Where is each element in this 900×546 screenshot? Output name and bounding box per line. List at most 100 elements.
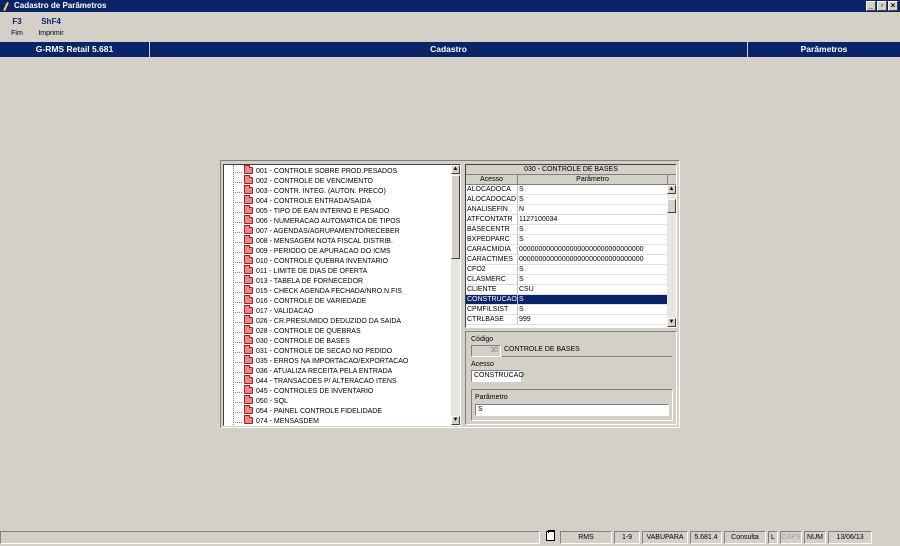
tree-item-label: 001 - CONTROLE SOBRE PROD.PESADOS <box>256 168 398 175</box>
window-title-bar[interactable]: Cadastro de Parâmetros _ ▫ × <box>0 0 900 12</box>
tree-item[interactable]: 030 - CONTROLE DE BASES <box>224 334 452 347</box>
tree-item[interactable]: 015 - CHECK AGENDA FECHADA/NRO.N.FIS <box>224 284 452 297</box>
cell-acesso: ANALISEFIN <box>466 205 518 214</box>
folder-icon <box>244 294 253 304</box>
cell-acesso: CLASMERC <box>466 275 518 284</box>
tree-item-label: 044 - TRANSACOES P/ ALTERACAO ITENS <box>256 378 397 385</box>
grid-rows: ALOCADOCA S ALOCADOCAD S ANALISEFIN N ATFCONTA… <box>466 185 676 325</box>
table-row[interactable]: CARACTIMES 000000000000000000000000000000… <box>466 255 676 265</box>
status-store: VABUPARA <box>642 531 688 544</box>
column-acesso[interactable]: Acesso <box>466 175 518 184</box>
tree-item[interactable]: 017 - VALIDACAO <box>224 304 452 317</box>
tree-item[interactable]: 074 - MENSASDEM <box>224 414 452 425</box>
tree-item[interactable]: 036 - ATUALIZA RECEITA PELA ENTRADA <box>224 364 452 377</box>
tree-item[interactable]: 028 - CONTROLE DE QUEBRAS <box>224 324 452 337</box>
tree-item-label: 028 - CONTROLE DE QUEBRAS <box>256 328 361 335</box>
table-row[interactable]: CPMFILSIST S <box>466 305 676 315</box>
tree-item[interactable]: 016 - CONTROLE DE VARIEDADE <box>224 294 452 307</box>
imprimir-button[interactable]: ShF4 Imprimir <box>34 14 68 42</box>
folder-icon <box>244 344 253 354</box>
tree-item[interactable]: 010 - CONTROLE QUEBRA INVENTARIO <box>224 254 452 267</box>
table-row[interactable]: CONSTRUCAO S <box>466 295 676 305</box>
tree-item[interactable]: 011 - LIMITE DE DIAS DE OFERTA <box>224 264 452 277</box>
folder-icon <box>244 174 253 184</box>
folder-icon <box>244 384 253 394</box>
tree-item-label: 002 - CONTROLE DE VENCIMENTO <box>256 178 373 185</box>
table-row[interactable]: CLASMERC S <box>466 275 676 285</box>
status-l: L <box>768 531 778 544</box>
tree-scroll-up-button[interactable]: ▲ <box>451 165 460 174</box>
table-row[interactable]: ATFCONTATR 1127100034 <box>466 215 676 225</box>
tree-item[interactable]: 005 - TIPO DE EAN INTERNO E PESADO <box>224 204 452 217</box>
tree-item[interactable]: 013 - TABELA DE FORNECEDOR <box>224 274 452 287</box>
tree-item[interactable]: 044 - TRANSACOES P/ ALTERACAO ITENS <box>224 374 452 387</box>
parameter-grid[interactable]: 030 - CONTROLE DE BASES Acesso Parâmetro… <box>465 164 677 328</box>
tree-item-label: 017 - VALIDACAO <box>256 308 314 315</box>
tree-item[interactable]: 007 - AGENDAS/AGRUPAMENTO/RECEBER <box>224 224 452 237</box>
tree-item[interactable]: 009 - PERIODO DE APURACAO DO ICMS <box>224 244 452 257</box>
cell-acesso: CARACTIMES <box>466 255 518 264</box>
tree-item[interactable]: 001 - CONTROLE SOBRE PROD.PESADOS <box>224 165 452 177</box>
clipboard-icon[interactable] <box>542 530 558 544</box>
grid-scroll-up-button[interactable]: ▲ <box>667 185 676 194</box>
tree-scroll-down-button[interactable]: ▼ <box>451 416 460 425</box>
folder-icon <box>244 314 253 324</box>
grid-scrollbar[interactable]: ▲ ▼ <box>667 185 676 327</box>
folder-icon <box>244 165 253 174</box>
tree-item[interactable]: 050 - SQL <box>224 394 452 407</box>
table-row[interactable]: CLIENTE CSU <box>466 285 676 295</box>
folder-icon <box>244 234 253 244</box>
fim-button[interactable]: F3 Fim <box>0 14 34 42</box>
tree-item[interactable]: 004 - CONTROLE ENTRADA/SAIDA <box>224 194 452 207</box>
tree-item[interactable]: 054 - PAINEL CONTROLE FIDELIDADE <box>224 404 452 417</box>
app-icon <box>2 2 11 11</box>
table-row[interactable]: BASECENTR S <box>466 225 676 235</box>
restore-button[interactable]: ▫ <box>877 1 887 11</box>
acesso-field[interactable]: CONSTRUCAO <box>471 370 524 382</box>
tree-item[interactable]: 035 - ERROS NA IMPORTACAO/EXPORTACAO <box>224 354 452 367</box>
parameter-tree[interactable]: 001 - CONTROLE SOBRE PROD.PESADOS 002 - C… <box>223 164 461 426</box>
tree-item[interactable]: 031 - CONTROLE DE SECAO NO PEDIDO <box>224 344 452 357</box>
imprimir-key: ShF4 <box>41 17 61 26</box>
minimize-button[interactable]: _ <box>866 1 876 11</box>
tree-scrollbar[interactable]: ▲ ▼ <box>451 165 460 425</box>
tree-item[interactable]: 008 - MENSAGEM NOTA FISCAL DISTRIB. <box>224 234 452 247</box>
status-message <box>0 531 540 544</box>
close-button[interactable]: × <box>888 1 898 11</box>
table-row[interactable]: ALOCADOCAD S <box>466 195 676 205</box>
status-mode: Consulta <box>724 531 766 544</box>
tree-item[interactable]: 002 - CONTROLE DE VENCIMENTO <box>224 174 452 187</box>
column-parametro[interactable]: Parâmetro <box>518 175 668 184</box>
tree-item-label: 006 - NUMERACAO AUTOMATICA DE TIPOS <box>256 218 401 225</box>
tree-item[interactable]: 045 - CONTROLES DE INVENTARIO <box>224 384 452 397</box>
grid-scroll-down-button[interactable]: ▼ <box>667 318 676 327</box>
folder-icon <box>244 254 253 264</box>
tree-item[interactable]: 003 - CONTR. INTEG. (AUTON. PRECO) <box>224 184 452 197</box>
tree-item-label: 074 - MENSASDEM <box>256 418 320 425</box>
table-row[interactable]: ALOCADOCA S <box>466 185 676 195</box>
grid-scroll-thumb[interactable] <box>667 199 676 213</box>
function-toolbar: F3 Fim ShF4 Imprimir <box>0 14 68 42</box>
tree-item[interactable]: 026 - CR.PRESUMIDO DEDUZIDO DA SAIDA <box>224 314 452 327</box>
cell-parametro: 1127100034 <box>518 215 668 224</box>
table-row[interactable]: CFO2 S <box>466 265 676 275</box>
folder-icon <box>244 394 253 404</box>
table-row[interactable]: CARACMIDIA 000000000000000000000000000000… <box>466 245 676 255</box>
folder-icon <box>244 364 253 374</box>
tree-item-label: 016 - CONTROLE DE VARIEDADE <box>256 298 367 305</box>
status-user: RMS <box>560 531 612 544</box>
tree-item[interactable]: 006 - NUMERACAO AUTOMATICA DE TIPOS <box>224 214 452 227</box>
status-bar: RMS 1-9 VABUPARA 5.681.4 Consulta L CAPS… <box>0 530 900 546</box>
table-row[interactable]: BXPEDPARC S <box>466 235 676 245</box>
cell-parametro: S <box>518 305 668 314</box>
table-row[interactable]: CTRLBASE 999 <box>466 315 676 325</box>
cell-parametro: S <box>518 275 668 284</box>
grid-title: 030 - CONTROLE DE BASES <box>466 165 676 175</box>
table-row[interactable]: ANALISEFIN N <box>466 205 676 215</box>
status-caps: CAPS <box>780 531 802 544</box>
codigo-field[interactable]: 30 <box>471 345 501 357</box>
parametro-field[interactable]: S <box>475 404 669 416</box>
folder-icon <box>244 244 253 254</box>
tree-scroll-thumb[interactable] <box>451 175 460 259</box>
tree-item-label: 035 - ERROS NA IMPORTACAO/EXPORTACAO <box>256 358 409 365</box>
